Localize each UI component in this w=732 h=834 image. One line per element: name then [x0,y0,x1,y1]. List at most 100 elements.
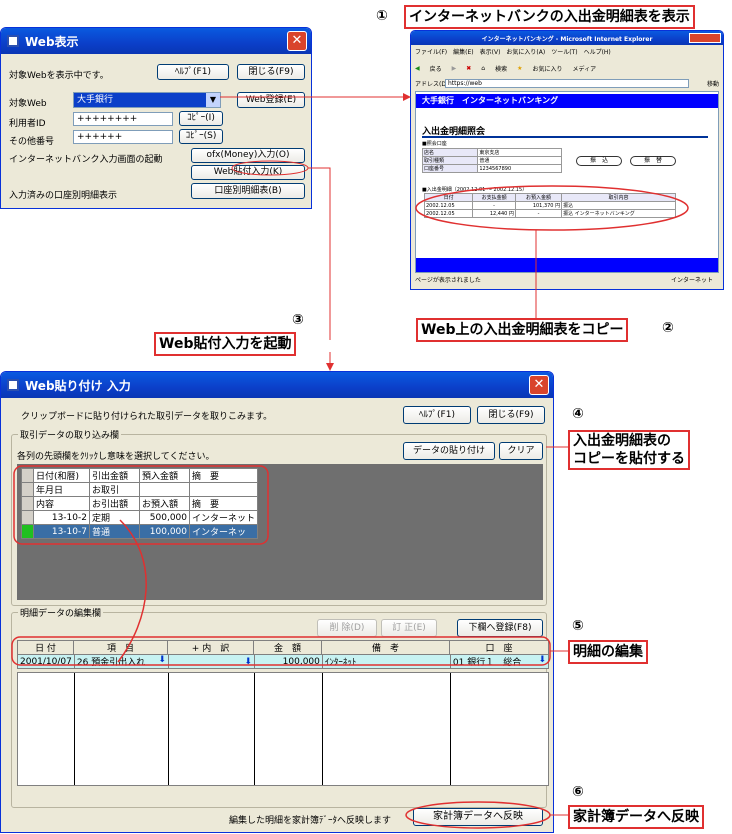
column-header: 備 考 [321,640,450,655]
table-cell: - [514,209,563,218]
account-detail-button[interactable]: 口座別明細表(B) [191,183,305,199]
delete-button[interactable]: 削 除(D) [317,619,377,637]
menu-help[interactable]: ヘルプ(H) [584,47,611,57]
table-row: 内容 お引出額 お預入額摘 要 [21,496,259,511]
callout-1: インターネットバンクの入出金明細表を表示 [404,5,695,29]
paste-data-button[interactable]: データの貼り付け [403,442,495,460]
column-header: 日 付 [17,640,74,655]
column-header[interactable]: 引出金額 [89,468,140,483]
bank-header: 大手銀行 インターネットバンキング [416,94,718,108]
table-cell[interactable]: お引出額 [89,496,140,511]
table-cell[interactable]: インターネッ [188,524,259,539]
amount-field[interactable]: 100,000 [253,654,323,669]
stop-icon[interactable]: ✖ [466,65,471,72]
column-header[interactable]: 預入金額 [139,468,190,483]
table-cell: 東京支店 [477,148,562,157]
close-button[interactable]: 閉じる(F9) [477,406,545,424]
memo-field[interactable]: ｲﾝﾀｰﾈｯﾄ [321,654,451,669]
home-icon[interactable]: ⌂ [481,65,485,72]
ofx-input-button[interactable]: ofx(Money)入力(O) [191,148,305,163]
table-cell[interactable]: 摘 要 [188,496,259,511]
table-cell[interactable]: お取引 [89,482,140,497]
table-cell[interactable]: 500,000 [139,510,190,525]
help-button[interactable]: ﾍﾙﾌﾟ(F1) [157,64,229,80]
swap-button[interactable]: 振 替 [630,156,676,166]
close-button[interactable]: 閉じる(F9) [237,64,305,80]
item-field[interactable]: 26 預金引出入れ ⬇ [73,654,169,669]
ie-window-controls[interactable] [689,33,721,43]
close-icon[interactable]: ✕ [529,375,549,395]
table-cell[interactable]: 内容 [33,496,90,511]
go-label[interactable]: 移動 [707,79,719,88]
paste-window-title: Web貼り付け 入力 [25,378,131,393]
menu-file[interactable]: ファイル(F) [415,47,447,57]
chevron-down-icon[interactable]: ▼ [206,93,220,107]
menu-favorites[interactable]: お気に入り(A) [506,47,545,57]
table-header: 日付 [423,193,474,202]
import-grid-area: 日付(和暦) 引出金額 預入金額摘 要 年月日 お取引 内容 お引出額 お預入額摘 要 1… [17,464,543,600]
close-icon[interactable]: ✕ [287,31,307,51]
back-icon[interactable]: ◀ [415,65,420,72]
favorites-star-icon[interactable]: ★ [517,65,522,72]
table-cell[interactable] [139,482,190,497]
web-paste-input-button[interactable]: Web貼付入力(K) [191,165,305,180]
table-cell[interactable]: 100,000 [139,524,190,539]
address-input[interactable]: https://web [445,79,689,88]
table-cell: 101,370 円 [514,201,563,210]
table-row: 口座番号 1234567890 [421,164,562,173]
register-below-button[interactable]: 下欄へ登録(F8) [457,619,543,637]
title-rule [422,136,708,138]
target-select[interactable]: 大手銀行 ▼ [73,92,221,108]
table-header: 取引内容 [561,193,676,202]
table-cell[interactable]: インターネット [188,510,259,525]
edit-header: 日 付項 目 + 内 訳金 額備 考口 座 [17,640,549,655]
column-header[interactable]: 摘 要 [188,468,259,483]
reflect-button[interactable]: 家計簿データへ反映 [413,808,543,826]
table-cell[interactable]: 定期 [89,510,140,525]
detail-list [17,672,549,786]
correct-button[interactable]: 訂 正(E) [381,619,437,637]
transfer-button[interactable]: 振 込 [576,156,622,166]
search-label[interactable]: 検索 [495,64,507,73]
back-label[interactable]: 戻る [430,64,442,73]
callout-4-line2: コピーを貼付する [573,451,685,467]
row-header [21,468,34,483]
ie-address-bar: アドレス(D) https://web 移動 [415,79,719,89]
table-cell[interactable]: 13-10-7 [33,524,90,539]
clear-button[interactable]: クリア [499,442,543,460]
favorites-label[interactable]: お気に入り [533,64,563,73]
account-field[interactable]: 01 銀行１ 総合 ⬇ [449,654,550,669]
copy-user-button[interactable]: ｺﾋﾟｰ(I) [179,111,223,126]
dropdown-arrow-icon[interactable]: ⬇ [158,655,166,665]
step-5-number: ⑤ [572,618,584,634]
ie-toolbar: ◀ 戻る ▶ ✖ ⌂ 検索 ★ お気に入り メディア [415,61,719,75]
table-cell[interactable]: 年月日 [33,482,90,497]
column-header[interactable]: 日付(和暦) [33,468,90,483]
media-label[interactable]: メディア [573,64,597,73]
table-cell[interactable] [188,482,259,497]
menu-tools[interactable]: ツール(T) [551,47,577,57]
web-register-button[interactable]: Web登録(E) [237,92,305,108]
status-text: 対象Webを表示中です。 [9,71,109,81]
status-left: ページが表示されました [415,277,481,284]
column-divider [74,673,75,785]
address-label: アドレス(D) [415,81,449,88]
detail-label: 入力済みの口座別明細表示 [9,191,118,201]
date-field[interactable]: 2001/10/07 [17,654,75,669]
dropdown-arrow-icon[interactable]: ⬇ [538,655,546,665]
info-text: クリップボードに貼り付けられた取引データを取りこみます。 [21,412,273,422]
other-number-field[interactable]: ++++++ [73,130,173,144]
help-button[interactable]: ﾍﾙﾌﾟ(F1) [403,406,471,424]
breakdown-field[interactable]: ⬇ [167,654,255,669]
forward-icon[interactable]: ▶ [452,65,457,72]
menu-edit[interactable]: 編集(E) [453,47,473,57]
table-cell[interactable]: お預入額 [139,496,190,511]
table-cell[interactable]: 13-10-2 [33,510,90,525]
footer-band [416,258,718,272]
dropdown-arrow-icon[interactable]: ⬇ [244,657,252,667]
copy-other-button[interactable]: ｺﾋﾟｰ(S) [179,129,223,144]
user-id-field[interactable]: ++++++++ [73,112,173,126]
menu-view[interactable]: 表示(V) [480,47,501,57]
ie-titlebar: インターネットバンキング - Microsoft Internet Explor… [411,31,723,45]
table-cell[interactable]: 普通 [89,524,140,539]
